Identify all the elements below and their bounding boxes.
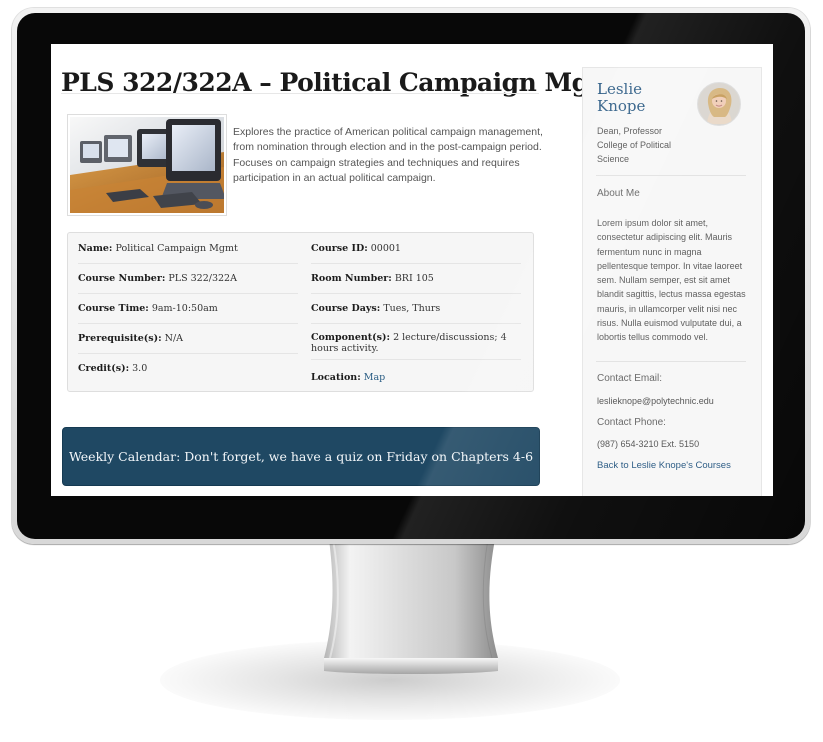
course-image [67,114,227,216]
monitor-frame: PLS 322/322A – Political Campaign Mgmt E… [12,8,810,544]
title-divider [61,93,539,94]
detail-room-number-value: BRI 105 [394,273,434,284]
detail-credits-value: 3.0 [132,363,148,374]
detail-divider [78,293,298,294]
detail-components-label: Component(s): [311,333,391,343]
instructor-name: Leslie Knope [597,80,646,115]
profile-divider [596,175,746,176]
detail-divider [78,353,298,354]
computer-lab-photo-icon [70,117,224,213]
detail-course-id-value: 00001 [370,243,401,254]
back-to-courses-link[interactable]: Back to Leslie Knope's Courses [597,460,731,472]
detail-course-id-label: Course ID: [311,243,368,254]
monitor-stand [324,539,498,675]
instructor-profile-card: Leslie Knope Dean, Professor College of … [582,67,762,496]
detail-divider [311,323,521,324]
monitor-mockup: PLS 322/322A – Political Campaign Mgmt E… [0,0,823,742]
detail-course-number-value: PLS 322/322A [168,273,237,284]
detail-divider [78,263,298,264]
detail-prerequisites: Prerequisite(s): N/A [78,333,298,344]
detail-name-value: Political Campaign Mgmt [115,243,238,254]
contact-phone-heading: Contact Phone: [597,417,666,428]
detail-course-days-label: Course Days: [311,303,381,314]
contact-email-heading: Contact Email: [597,373,663,384]
detail-course-number: Course Number: PLS 322/322A [78,273,298,284]
detail-course-time: Course Time: 9am-10:50am [78,303,298,314]
contact-email-value: leslieknope@polytechnic.edu [597,396,714,406]
contact-phone-value: (987) 654-3210 Ext. 5150 [597,439,700,449]
detail-room-number: Room Number: BRI 105 [311,273,521,284]
detail-course-days-value: Tues, Thurs [383,303,441,314]
monitor-bezel: PLS 322/322A – Political Campaign Mgmt E… [17,13,805,539]
about-me-heading: About Me [597,188,640,199]
detail-location-label: Location: [311,372,361,383]
detail-course-time-value: 9am-10:50am [151,303,218,314]
course-page-screen: PLS 322/322A – Political Campaign Mgmt E… [51,44,773,496]
detail-divider [311,293,521,294]
detail-divider [311,359,521,360]
detail-course-id: Course ID: 00001 [311,243,521,254]
course-details-panel: Name: Political Campaign Mgmt Course ID:… [67,232,534,392]
detail-credits: Credit(s): 3.0 [78,363,298,374]
detail-location: Location: Map [311,372,521,383]
detail-prerequisites-label: Prerequisite(s): [78,333,162,344]
instructor-department: College of Political Science [597,140,672,164]
profile-photo-icon [698,83,740,125]
instructor-role: Dean, Professor [597,126,663,136]
detail-room-number-label: Room Number: [311,273,392,284]
course-description: Explores the practice of American politi… [233,125,543,185]
weekly-calendar-banner: Weekly Calendar: Don't forget, we have a… [62,427,540,486]
about-me-text: Lorem ipsum dolor sit amet, consectetur … [597,218,746,343]
detail-course-days: Course Days: Tues, Thurs [311,303,521,314]
location-map-link[interactable]: Map [364,372,385,383]
detail-name-label: Name: [78,243,113,254]
detail-credits-label: Credit(s): [78,363,130,374]
detail-course-time-label: Course Time: [78,303,149,314]
detail-components: Component(s): 2 lecture/discussions; 4 h… [311,333,521,354]
detail-name: Name: Political Campaign Mgmt [78,243,298,254]
avatar [697,82,741,126]
detail-divider [311,263,521,264]
detail-course-number-label: Course Number: [78,273,166,284]
detail-divider [78,323,298,324]
detail-prerequisites-value: N/A [164,333,184,344]
profile-divider [596,361,746,362]
